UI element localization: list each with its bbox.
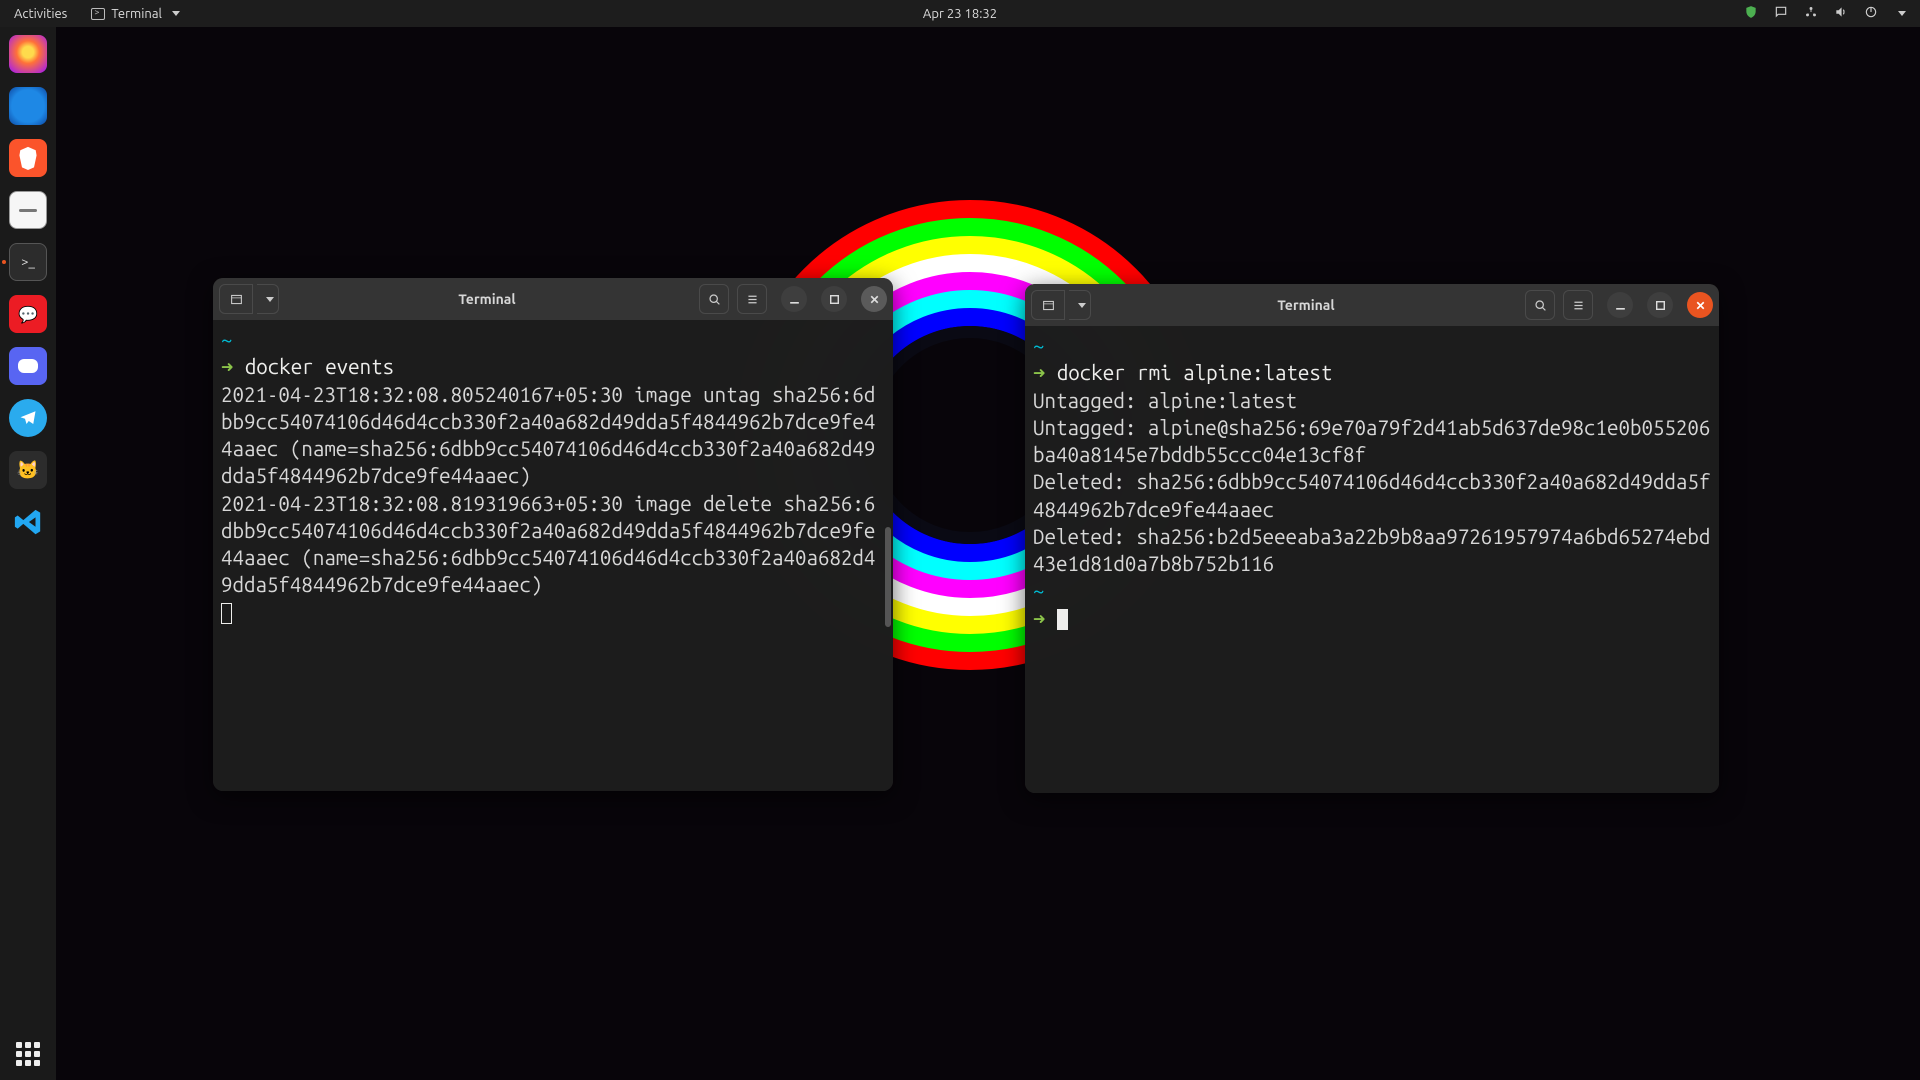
window-title: Terminal (1095, 297, 1517, 313)
app-menu[interactable]: Terminal (81, 7, 190, 21)
volume-icon[interactable] (1834, 5, 1848, 22)
shield-icon[interactable] (1744, 5, 1758, 22)
dock-app-browser[interactable] (9, 87, 47, 125)
minimize-button[interactable] (1607, 292, 1633, 318)
prompt-arrow: ➜ (1033, 361, 1045, 384)
dock-app-vscode[interactable] (9, 503, 47, 541)
dock-app-brave[interactable] (9, 139, 47, 177)
activities-button[interactable]: Activities (0, 7, 81, 21)
hamburger-menu-button[interactable] (737, 284, 767, 314)
terminal-window-left[interactable]: Terminal ~ ➜ docker events 2021-04-23T18… (213, 278, 893, 791)
dock-app-kitty[interactable] (9, 451, 47, 489)
prompt-tilde: ~ (1033, 579, 1044, 602)
terminal-command: docker rmi alpine:latest (1057, 361, 1333, 384)
terminal-window-right[interactable]: Terminal ~ ➜ docker rmi alpine:latest Un… (1025, 284, 1719, 793)
prompt-arrow: ➜ (1033, 607, 1045, 630)
window-titlebar[interactable]: Terminal (1025, 284, 1719, 326)
system-tray (1744, 5, 1920, 22)
dock-app-firefox[interactable] (9, 35, 47, 73)
terminal-output: Untagged: alpine:latest Untagged: alpine… (1033, 389, 1710, 576)
close-button[interactable] (1687, 292, 1713, 318)
new-tab-dropdown[interactable] (1069, 290, 1091, 320)
new-tab-button[interactable] (1031, 290, 1065, 320)
network-icon[interactable] (1804, 5, 1818, 22)
maximize-button[interactable] (1647, 292, 1673, 318)
minimize-button[interactable] (781, 286, 807, 312)
dock-app-telegram[interactable] (9, 399, 47, 437)
new-tab-button[interactable] (219, 284, 253, 314)
close-button[interactable] (861, 286, 887, 312)
search-button[interactable] (699, 284, 729, 314)
top-bar: Activities Terminal Apr 23 18:32 (0, 0, 1920, 27)
window-titlebar[interactable]: Terminal (213, 278, 893, 320)
window-title: Terminal (283, 291, 691, 307)
cursor (221, 603, 232, 624)
terminal-content[interactable]: ~ ➜ docker events 2021-04-23T18:32:08.80… (213, 320, 893, 791)
chevron-down-icon (266, 297, 274, 302)
search-button[interactable] (1525, 290, 1555, 320)
dock-app-terminal[interactable] (9, 243, 47, 281)
terminal-output: 2021-04-23T18:32:08.805240167+05:30 imag… (221, 383, 875, 597)
chevron-down-icon (1078, 303, 1086, 308)
prompt-tilde: ~ (221, 328, 232, 351)
chevron-down-icon (172, 11, 180, 16)
chat-tray-icon[interactable] (1774, 5, 1788, 22)
dock (0, 27, 56, 1080)
terminal-content[interactable]: ~ ➜ docker rmi alpine:latest Untagged: a… (1025, 326, 1719, 793)
dock-app-files[interactable] (9, 191, 47, 229)
prompt-arrow: ➜ (221, 355, 233, 378)
dock-app-chat[interactable] (9, 295, 47, 333)
maximize-button[interactable] (821, 286, 847, 312)
app-menu-label: Terminal (111, 7, 162, 21)
hamburger-menu-button[interactable] (1563, 290, 1593, 320)
dock-app-discord[interactable] (9, 347, 47, 385)
new-tab-dropdown[interactable] (257, 284, 279, 314)
show-applications-button[interactable] (16, 1042, 40, 1066)
cursor (1057, 609, 1068, 630)
terminal-command: docker events (245, 355, 394, 378)
power-icon[interactable] (1864, 5, 1878, 22)
prompt-tilde: ~ (1033, 334, 1044, 357)
scrollbar[interactable] (885, 527, 891, 627)
tray-chevron-down-icon[interactable] (1898, 11, 1906, 16)
clock[interactable]: Apr 23 18:32 (923, 7, 997, 21)
terminal-icon (91, 8, 105, 20)
